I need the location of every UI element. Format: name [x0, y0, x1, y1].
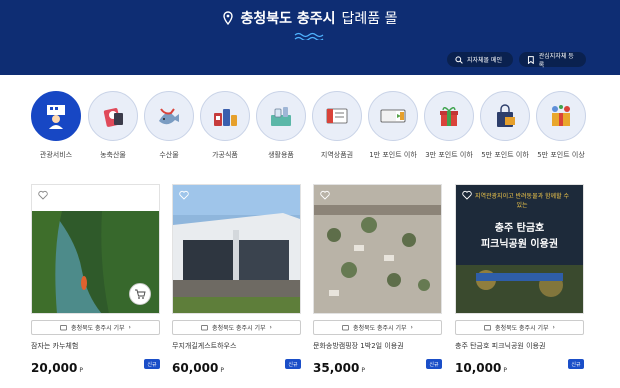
- mall-title-suffix: 답례품 몰: [341, 11, 398, 27]
- donate-label: 충청북도 충주시 기부: [495, 325, 549, 332]
- heart-icon[interactable]: [179, 190, 189, 200]
- product-name[interactable]: 무지개길게스트하우스: [172, 341, 301, 351]
- product-name[interactable]: 잠자는 카누체험: [31, 341, 160, 351]
- donate-button[interactable]: 충청북도 충주시 기부 ›: [455, 320, 584, 335]
- donate-hand-icon: [342, 325, 349, 331]
- product-image-frame[interactable]: [172, 184, 301, 314]
- product-price: 60,000: [172, 361, 219, 375]
- point-ticket-icon: [380, 109, 406, 123]
- product-price: 20,000: [31, 361, 78, 375]
- category-point-30k[interactable]: 3만 포인트 이하: [424, 91, 474, 160]
- new-badge: 신규: [426, 359, 442, 369]
- category-circle: [424, 91, 474, 141]
- guesthouse-building-image: [173, 185, 300, 313]
- product-price: 10,000: [455, 361, 502, 375]
- poster-title-line1: 충주 탄금호: [494, 223, 545, 234]
- category-household[interactable]: 생활용품: [256, 91, 306, 160]
- category-point-50k-plus[interactable]: 5만 포인트 이상: [536, 91, 586, 160]
- category-circle: [31, 91, 81, 141]
- donate-hand-icon: [60, 325, 67, 331]
- donate-button[interactable]: 충청북도 충주시 기부 ›: [31, 320, 160, 335]
- new-badge: 신규: [285, 359, 301, 369]
- donate-hand-icon: [201, 325, 208, 331]
- heart-icon[interactable]: [462, 190, 472, 200]
- region-mall-main-button[interactable]: 지자체몰 메인: [447, 52, 513, 67]
- favorite-region-label: 관심지자체 등록: [538, 52, 574, 69]
- category-circle: [144, 91, 194, 141]
- category-processed-food[interactable]: 가공식품: [200, 91, 250, 160]
- price-unit: P: [79, 367, 83, 374]
- poster-subtitle: 지역관광지이고 반려동물과 함께할 수 있는: [474, 193, 570, 209]
- product-image-frame[interactable]: [313, 184, 442, 314]
- location-pin-icon: [223, 11, 234, 25]
- category-circle: [256, 91, 306, 141]
- price-unit: P: [503, 367, 507, 374]
- region-mall-main-label: 지자체몰 메인: [467, 57, 503, 64]
- category-seafood[interactable]: 수산물: [144, 91, 194, 160]
- campsite-aerial-image: [314, 185, 441, 313]
- new-badge: 신규: [144, 359, 160, 369]
- search-icon: [455, 55, 463, 64]
- cart-icon: [135, 289, 146, 299]
- donate-hand-icon: [484, 325, 491, 331]
- category-circle: [88, 91, 138, 141]
- donate-button[interactable]: 충청북도 충주시 기부 ›: [313, 320, 442, 335]
- product-name[interactable]: 문화송방캠핑장 1박2일 이용권: [313, 341, 442, 351]
- product-price: 35,000: [313, 361, 360, 375]
- category-circle: [536, 91, 586, 141]
- wave-decoration-icon: [294, 32, 324, 40]
- voucher-icon: [326, 108, 348, 124]
- product-card[interactable]: 지역관광지이고 반려동물과 함께할 수 있는 충주 탄금호 피크닉공원 이용권 …: [455, 184, 584, 375]
- category-agriculture[interactable]: 농축산물: [88, 91, 138, 160]
- heart-icon[interactable]: [320, 190, 330, 200]
- category-point-10k[interactable]: 1만 포인트 이하: [368, 91, 418, 160]
- seafood-icon: [159, 108, 179, 125]
- price-row: 20,000 P 신규: [31, 357, 160, 375]
- category-circle: [312, 91, 362, 141]
- product-card[interactable]: 충청북도 충주시 기부 › 잠자는 카누체험 20,000 P 신규: [31, 184, 160, 375]
- price-unit: P: [361, 367, 365, 374]
- donate-label: 충청북도 충주시 기부: [212, 325, 266, 332]
- product-image-frame[interactable]: [31, 184, 160, 314]
- category-voucher[interactable]: 지역상품권: [312, 91, 362, 160]
- premium-gift-icon: [552, 105, 570, 126]
- price-unit: P: [220, 367, 224, 374]
- price-row: 10,000 P 신규: [455, 357, 584, 375]
- new-badge: 신규: [568, 359, 584, 369]
- chevron-right-icon: ›: [128, 324, 131, 331]
- household-icon: [271, 107, 291, 126]
- category-bar: 관광서비스 농축산물 수산물 가공식품 생활용품 지역상품권 1만 포인트 이하…: [31, 91, 591, 161]
- product-image-frame[interactable]: 지역관광지이고 반려동물과 함께할 수 있는 충주 탄금호 피크닉공원 이용권: [455, 184, 584, 314]
- favorite-region-button[interactable]: 관심지자체 등록: [519, 52, 586, 69]
- processed-food-icon: [214, 109, 237, 126]
- mall-title-region: 충청북도 충주시: [240, 11, 336, 27]
- header-banner: 충청북도 충주시 답례품 몰 지자체몰 메인 관심지자체 등록: [0, 0, 620, 75]
- product-card[interactable]: 충청북도 충주시 기부 › 문화송방캠핑장 1박2일 이용권 35,000 P 신…: [313, 184, 442, 375]
- agriculture-icon: [103, 108, 123, 127]
- poster-title-line2: 피크닉공원 이용권: [480, 239, 559, 250]
- tourism-icon: [47, 105, 65, 129]
- category-label: 5만 포인트 이상: [537, 151, 585, 159]
- category-point-50k[interactable]: 5만 포인트 이하: [480, 91, 530, 160]
- category-circle: [368, 91, 418, 141]
- gift-box-icon: [440, 107, 458, 126]
- heart-icon[interactable]: [38, 190, 48, 200]
- category-tourism[interactable]: 관광서비스: [31, 91, 81, 160]
- donate-label: 충청북도 충주시 기부: [353, 325, 407, 332]
- add-to-cart-button[interactable]: [129, 283, 151, 305]
- bookmark-icon: [527, 55, 534, 64]
- category-circle: [480, 91, 530, 141]
- mall-title: 충청북도 충주시 답례품 몰: [0, 8, 620, 28]
- chevron-right-icon: ›: [552, 324, 555, 331]
- chevron-right-icon: ›: [269, 324, 272, 331]
- donate-label: 충청북도 충주시 기부: [71, 325, 125, 332]
- donate-button[interactable]: 충청북도 충주시 기부 ›: [172, 320, 301, 335]
- price-row: 60,000 P 신규: [172, 357, 301, 375]
- product-card[interactable]: 충청북도 충주시 기부 › 무지개길게스트하우스 60,000 P 신규: [172, 184, 301, 375]
- price-row: 35,000 P 신규: [313, 357, 442, 375]
- shopping-bag-icon: [497, 104, 515, 127]
- category-circle: [200, 91, 250, 141]
- product-name[interactable]: 충주 탄금호 피크닉공원 이용권: [455, 341, 584, 351]
- chevron-right-icon: ›: [410, 324, 413, 331]
